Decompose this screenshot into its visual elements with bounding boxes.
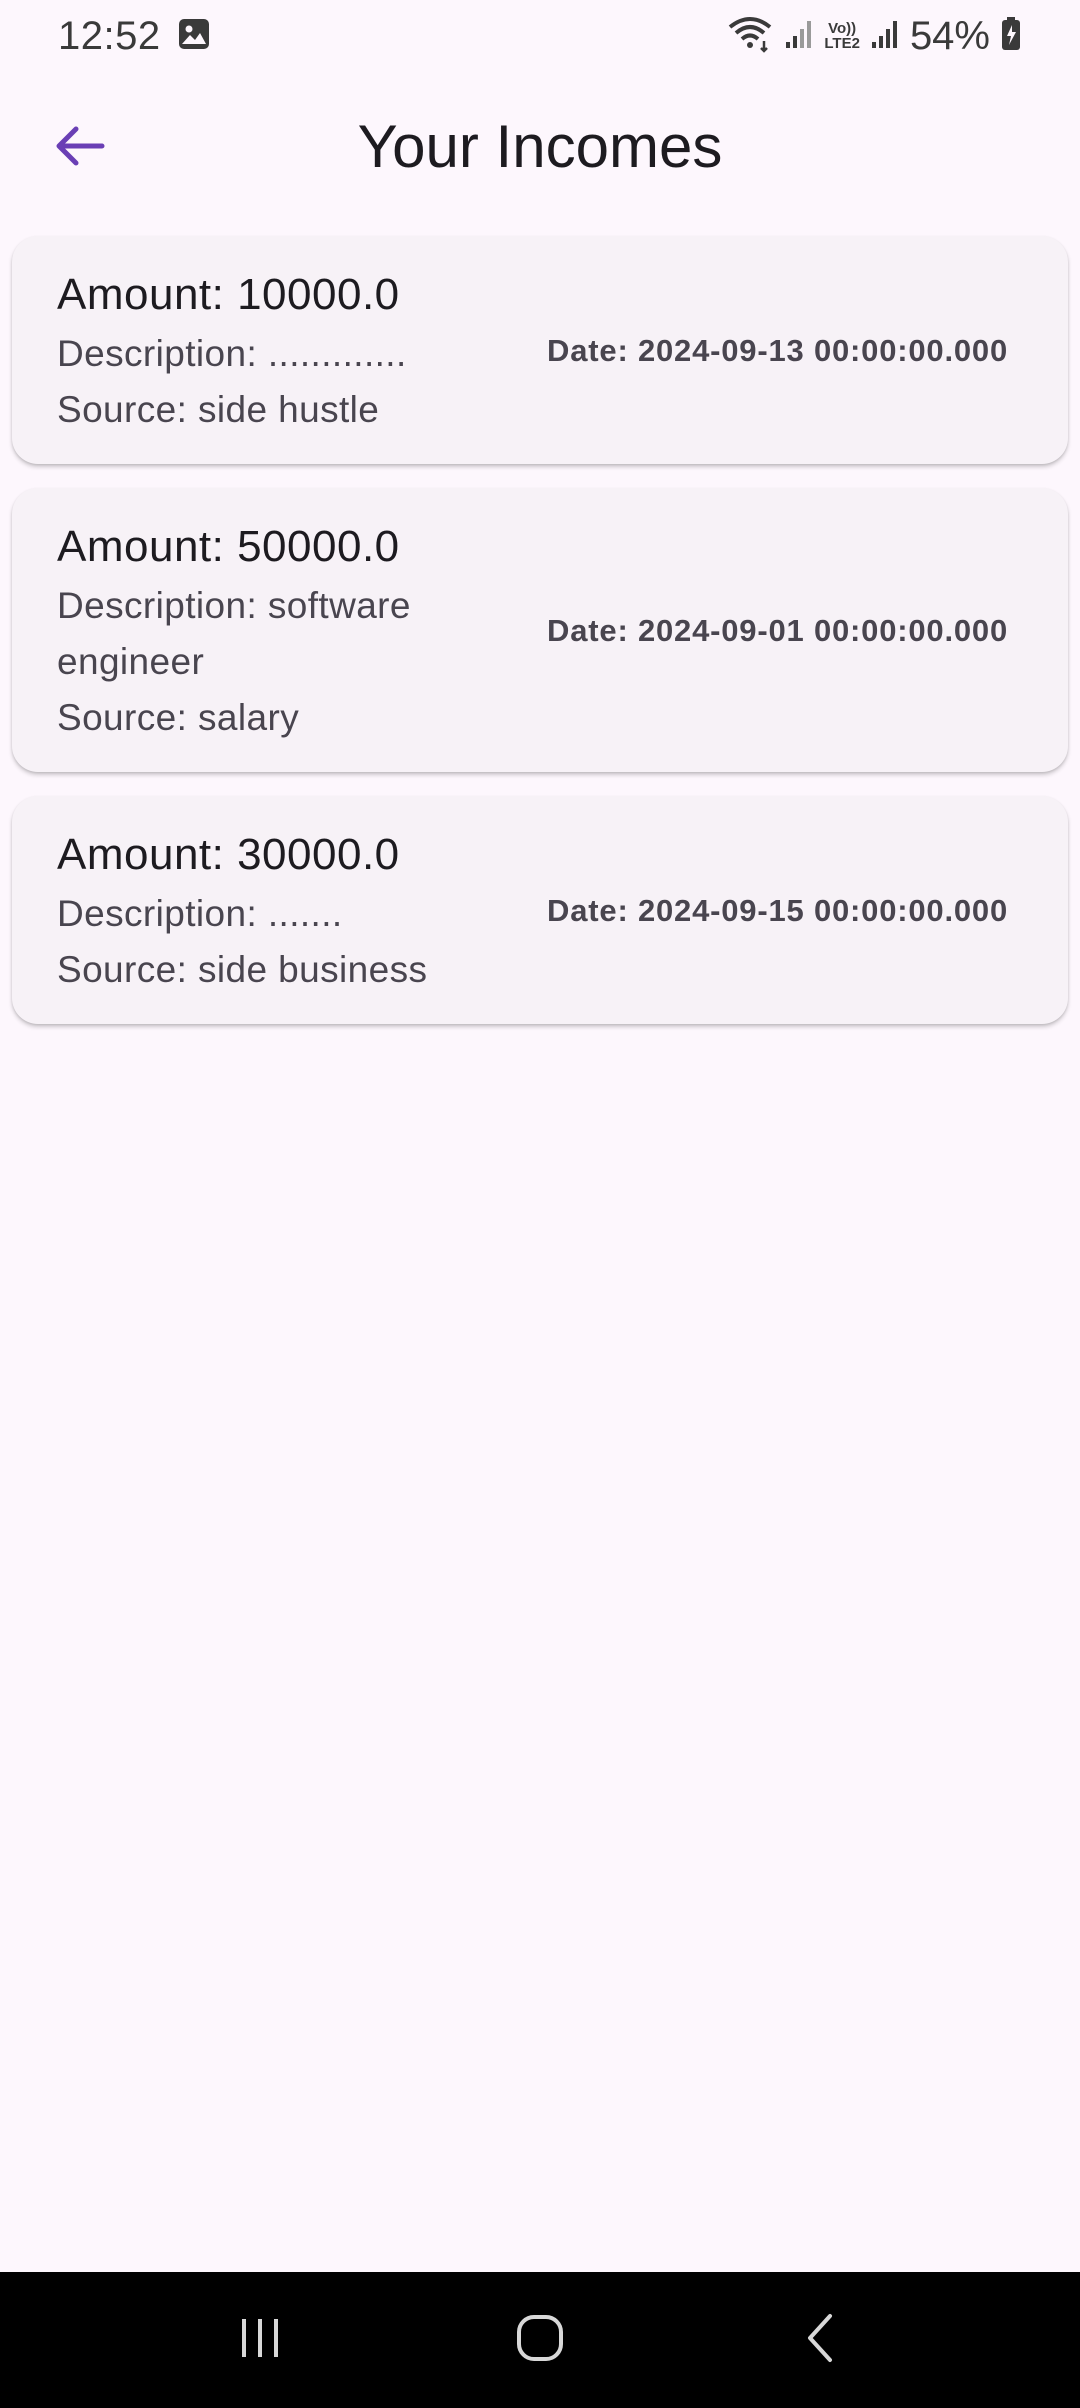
system-back-button[interactable] (760, 2290, 880, 2390)
income-source: Source: side business (57, 949, 428, 990)
lte2-label: LTE2 (824, 35, 860, 52)
home-icon (515, 2313, 565, 2368)
signal-icon-2 (870, 18, 900, 55)
arrow-back-icon (54, 124, 106, 173)
income-source: Source: salary (57, 697, 300, 738)
back-button[interactable] (40, 108, 120, 188)
income-card[interactable]: Amount: 50000.0 Description: software en… (12, 488, 1068, 772)
status-bar: 12:52 Vo)) LTE2 54% (0, 0, 1080, 72)
recents-icon (237, 2315, 283, 2366)
status-right: Vo)) LTE2 54% (726, 14, 1022, 59)
card-details: Amount: 50000.0 Description: software en… (57, 516, 527, 746)
card-date-container: Date: 2024-09-01 00:00:00.000 (527, 613, 1008, 649)
income-amount: Amount: 50000.0 (57, 522, 400, 571)
income-list: Amount: 10000.0 Description: ...........… (12, 236, 1068, 1048)
battery-charging-icon (1000, 16, 1022, 57)
status-time: 12:52 (58, 13, 161, 58)
volte-label: Vo)) (828, 20, 857, 37)
recents-button[interactable] (200, 2290, 320, 2390)
volte-lte2-icon: Vo)) LTE2 (824, 21, 860, 51)
app-bar: Your Incomes (0, 72, 1080, 220)
wifi-icon (726, 15, 774, 58)
card-date-container: Date: 2024-09-13 00:00:00.000 (527, 333, 1008, 369)
income-description: Description: ............. (57, 333, 407, 374)
income-card[interactable]: Amount: 10000.0 Description: ...........… (12, 236, 1068, 464)
card-details: Amount: 30000.0 Description: ....... Sou… (57, 824, 527, 998)
income-amount: Amount: 10000.0 (57, 270, 400, 319)
income-date: Date: 2024-09-01 00:00:00.000 (547, 613, 1008, 648)
income-amount: Amount: 30000.0 (57, 830, 400, 879)
income-description: Description: software engineer (57, 585, 411, 682)
income-date: Date: 2024-09-15 00:00:00.000 (547, 893, 1008, 928)
card-details: Amount: 10000.0 Description: ...........… (57, 264, 527, 438)
back-icon (800, 2312, 840, 2369)
home-button[interactable] (480, 2290, 600, 2390)
status-left: 12:52 (58, 14, 211, 59)
income-description: Description: ....... (57, 893, 343, 934)
gallery-notification-icon (177, 17, 211, 56)
income-date: Date: 2024-09-13 00:00:00.000 (547, 333, 1008, 368)
income-source: Source: side hustle (57, 389, 380, 430)
system-nav-bar (0, 2272, 1080, 2408)
card-date-container: Date: 2024-09-15 00:00:00.000 (527, 893, 1008, 929)
income-card[interactable]: Amount: 30000.0 Description: ....... Sou… (12, 796, 1068, 1024)
page-title: Your Incomes (357, 112, 723, 180)
battery-percent: 54% (909, 13, 990, 58)
signal-icon-1 (784, 18, 814, 55)
